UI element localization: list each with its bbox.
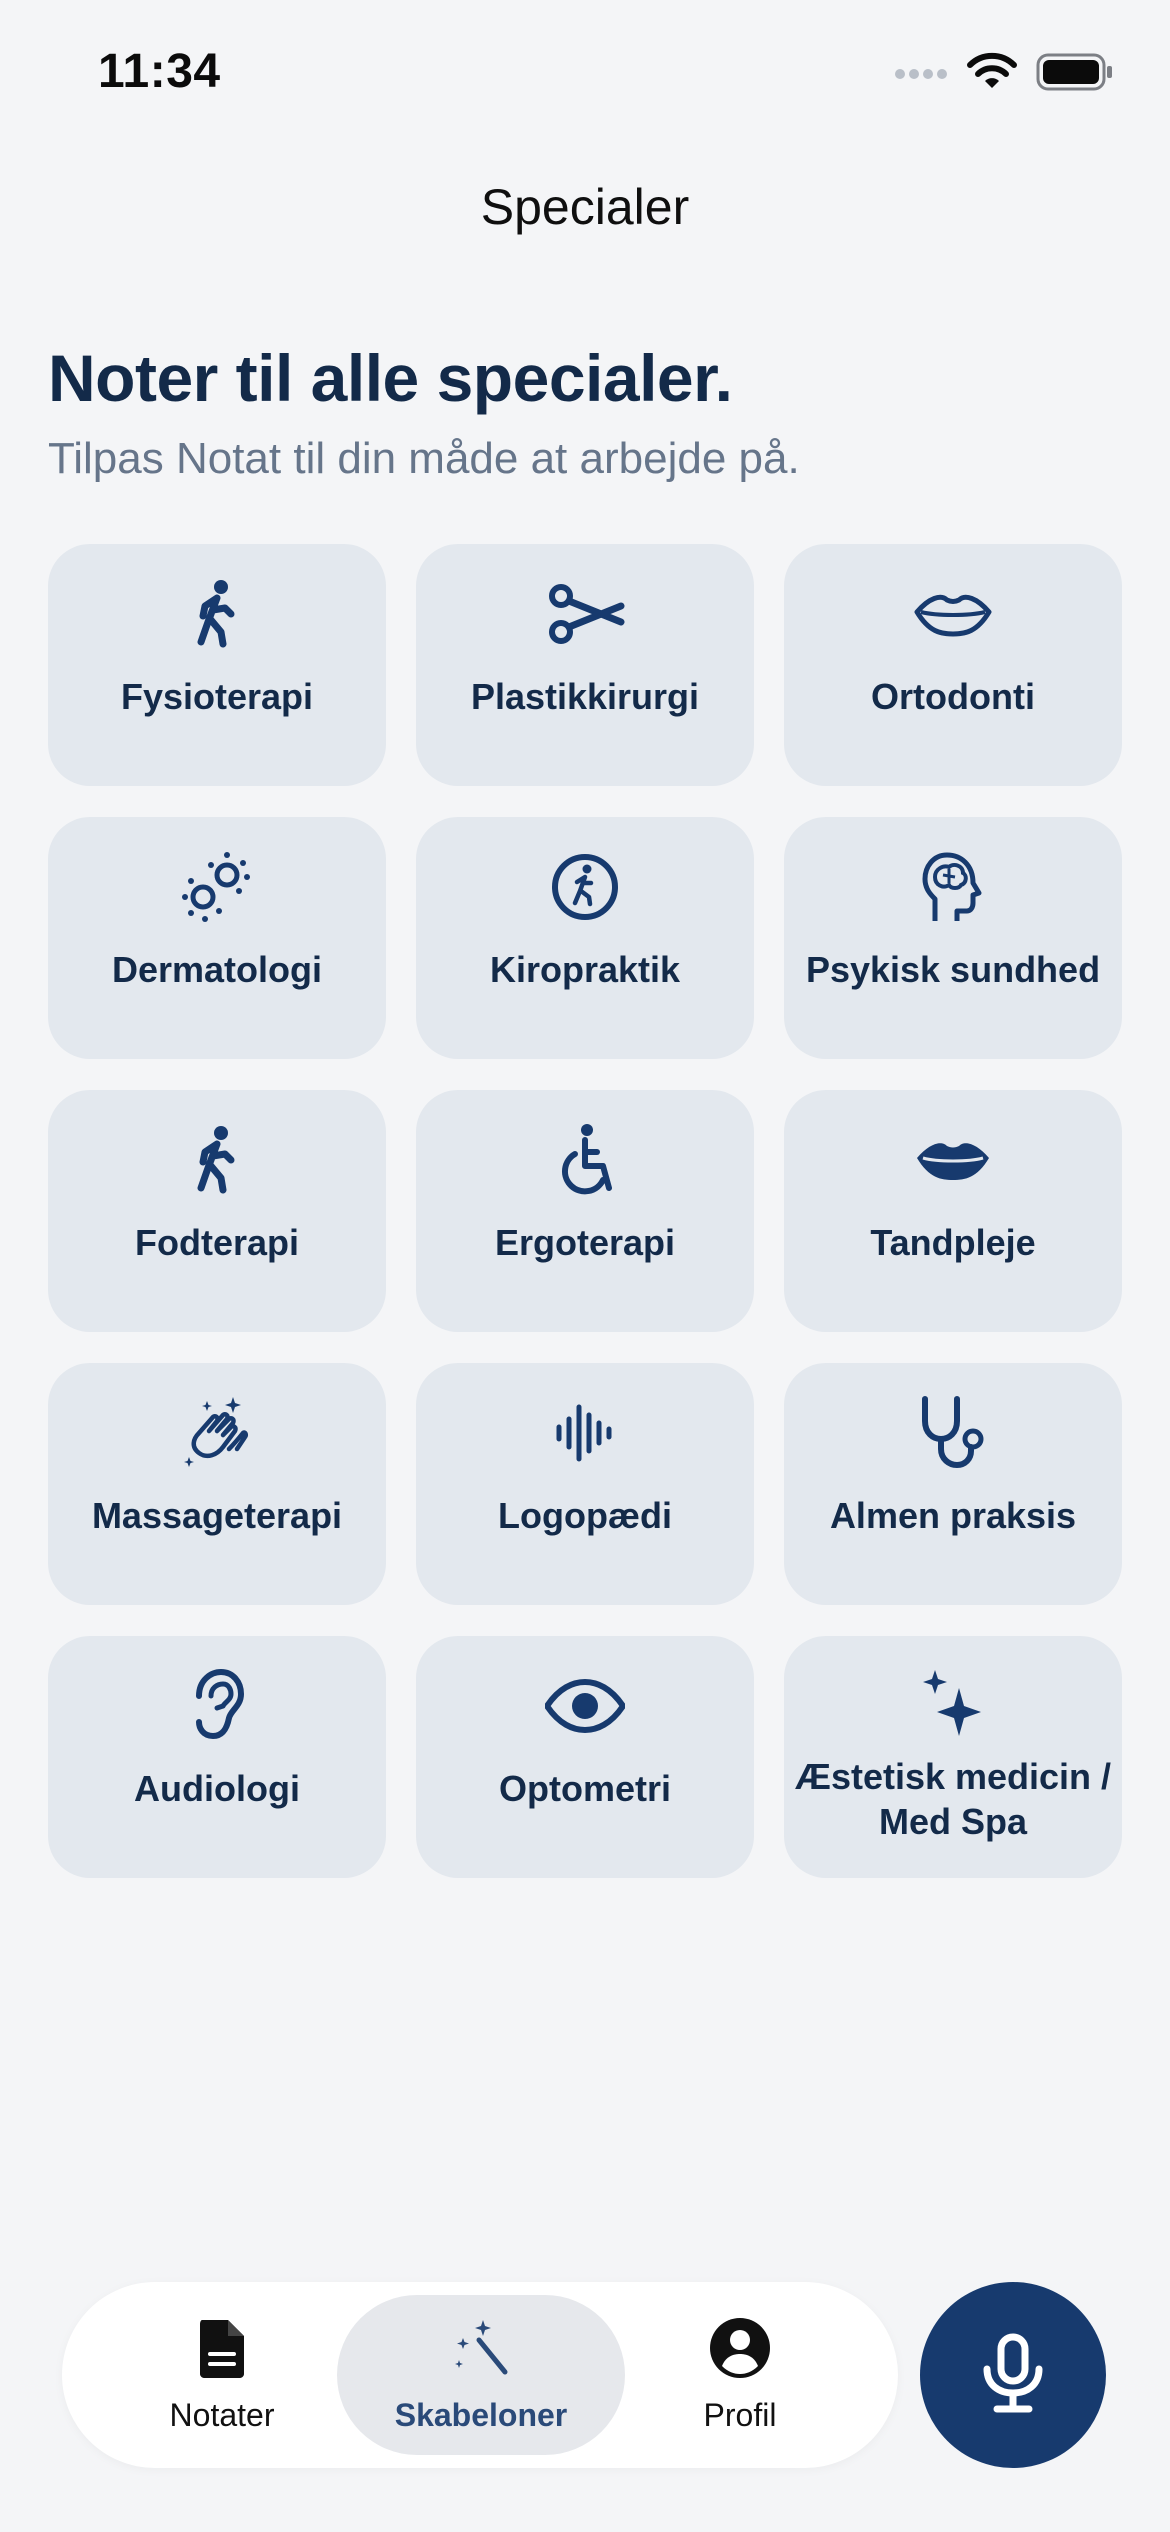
- scissors-icon: [545, 574, 625, 654]
- specialty-card-logopaedi[interactable]: Logopædi: [416, 1363, 754, 1605]
- specialty-card-fodterapi[interactable]: Fodterapi: [48, 1090, 386, 1332]
- head-brain-icon: [913, 847, 993, 927]
- walking-person-icon: [177, 574, 257, 654]
- specialty-card-optometri[interactable]: Optometri: [416, 1636, 754, 1878]
- specialty-label: Dermatologi: [111, 949, 323, 990]
- tab-label: Notater: [169, 2397, 275, 2433]
- tab-label: Skabeloner: [394, 2397, 568, 2433]
- tab-templates[interactable]: Skabeloner: [337, 2295, 625, 2455]
- specialty-label: Massageterapi: [91, 1495, 343, 1536]
- allergens-icon: [177, 847, 257, 927]
- waveform-icon: [545, 1393, 625, 1473]
- subheadline: Tilpas Notat til din måde at arbejde på.: [48, 434, 800, 483]
- specialty-card-audiologi[interactable]: Audiologi: [48, 1636, 386, 1878]
- specialty-label: Audiologi: [134, 1768, 300, 1809]
- specialty-card-ortodonti[interactable]: Ortodonti: [784, 544, 1122, 786]
- specialty-label: Æstetisk medicin / Med Spa: [794, 1756, 1112, 1842]
- status-bar: 11:34: [0, 0, 1170, 150]
- headline: Noter til alle specialer.: [48, 341, 733, 415]
- specialty-label: Ortodonti: [871, 676, 1035, 717]
- specialty-label: Psykisk sundhed: [805, 949, 1101, 990]
- specialty-card-psykisk-sundhed[interactable]: Psykisk sundhed: [784, 817, 1122, 1059]
- specialty-card-fysioterapi[interactable]: Fysioterapi: [48, 544, 386, 786]
- microphone-icon: [971, 2331, 1055, 2420]
- hands-clap-icon: [177, 1393, 257, 1473]
- cellular-signal-icon: [894, 62, 948, 87]
- specialties-grid: Fysioterapi Plastikkirurgi Ortodonti Der…: [48, 544, 1122, 1878]
- specialty-card-tandpleje[interactable]: Tandpleje: [784, 1090, 1122, 1332]
- specialty-card-aestetisk-medicin[interactable]: Æstetisk medicin / Med Spa: [784, 1636, 1122, 1878]
- page-title: Specialer: [480, 179, 690, 235]
- ear-icon: [177, 1666, 257, 1746]
- person-circle-icon: [708, 2316, 772, 2385]
- tab-notes[interactable]: Notater: [122, 2295, 322, 2455]
- specialty-card-plastikkirurgi[interactable]: Plastikkirurgi: [416, 544, 754, 786]
- tab-label: Profil: [703, 2397, 777, 2433]
- walking-person-icon: [177, 1120, 257, 1200]
- battery-icon: [1036, 52, 1114, 97]
- specialty-label: Kiropraktik: [489, 949, 681, 990]
- specialty-label: Almen praksis: [829, 1495, 1077, 1536]
- tab-bar: Notater Skabeloner Profil: [62, 2282, 898, 2468]
- specialty-card-ergoterapi[interactable]: Ergoterapi: [416, 1090, 754, 1332]
- specialty-label: Tandpleje: [870, 1222, 1036, 1263]
- specialty-card-massageterapi[interactable]: Massageterapi: [48, 1363, 386, 1605]
- tab-profile[interactable]: Profil: [640, 2295, 840, 2455]
- specialty-label: Optometri: [498, 1768, 671, 1809]
- walking-circle-icon: [545, 847, 625, 927]
- specialty-label: Fodterapi: [134, 1222, 299, 1263]
- record-button[interactable]: [920, 2282, 1106, 2468]
- document-icon: [190, 2316, 254, 2385]
- wheelchair-icon: [545, 1120, 625, 1200]
- wifi-icon: [966, 52, 1018, 97]
- status-time: 11:34: [98, 45, 221, 98]
- sparkles-icon: [913, 1666, 993, 1746]
- specialty-label: Logopædi: [498, 1495, 672, 1536]
- eye-icon: [545, 1666, 625, 1746]
- specialty-card-dermatologi[interactable]: Dermatologi: [48, 817, 386, 1059]
- lips-filled-icon: [913, 1120, 993, 1200]
- specialty-card-kiropraktik[interactable]: Kiropraktik: [416, 817, 754, 1059]
- magic-wand-icon: [449, 2316, 513, 2385]
- status-icons: [894, 52, 1114, 97]
- lips-outline-icon: [913, 574, 993, 654]
- specialty-label: Fysioterapi: [120, 676, 314, 717]
- specialty-label: Ergoterapi: [494, 1222, 676, 1263]
- stethoscope-icon: [913, 1393, 993, 1473]
- specialty-label: Plastikkirurgi: [470, 676, 700, 717]
- specialty-card-almen-praksis[interactable]: Almen praksis: [784, 1363, 1122, 1605]
